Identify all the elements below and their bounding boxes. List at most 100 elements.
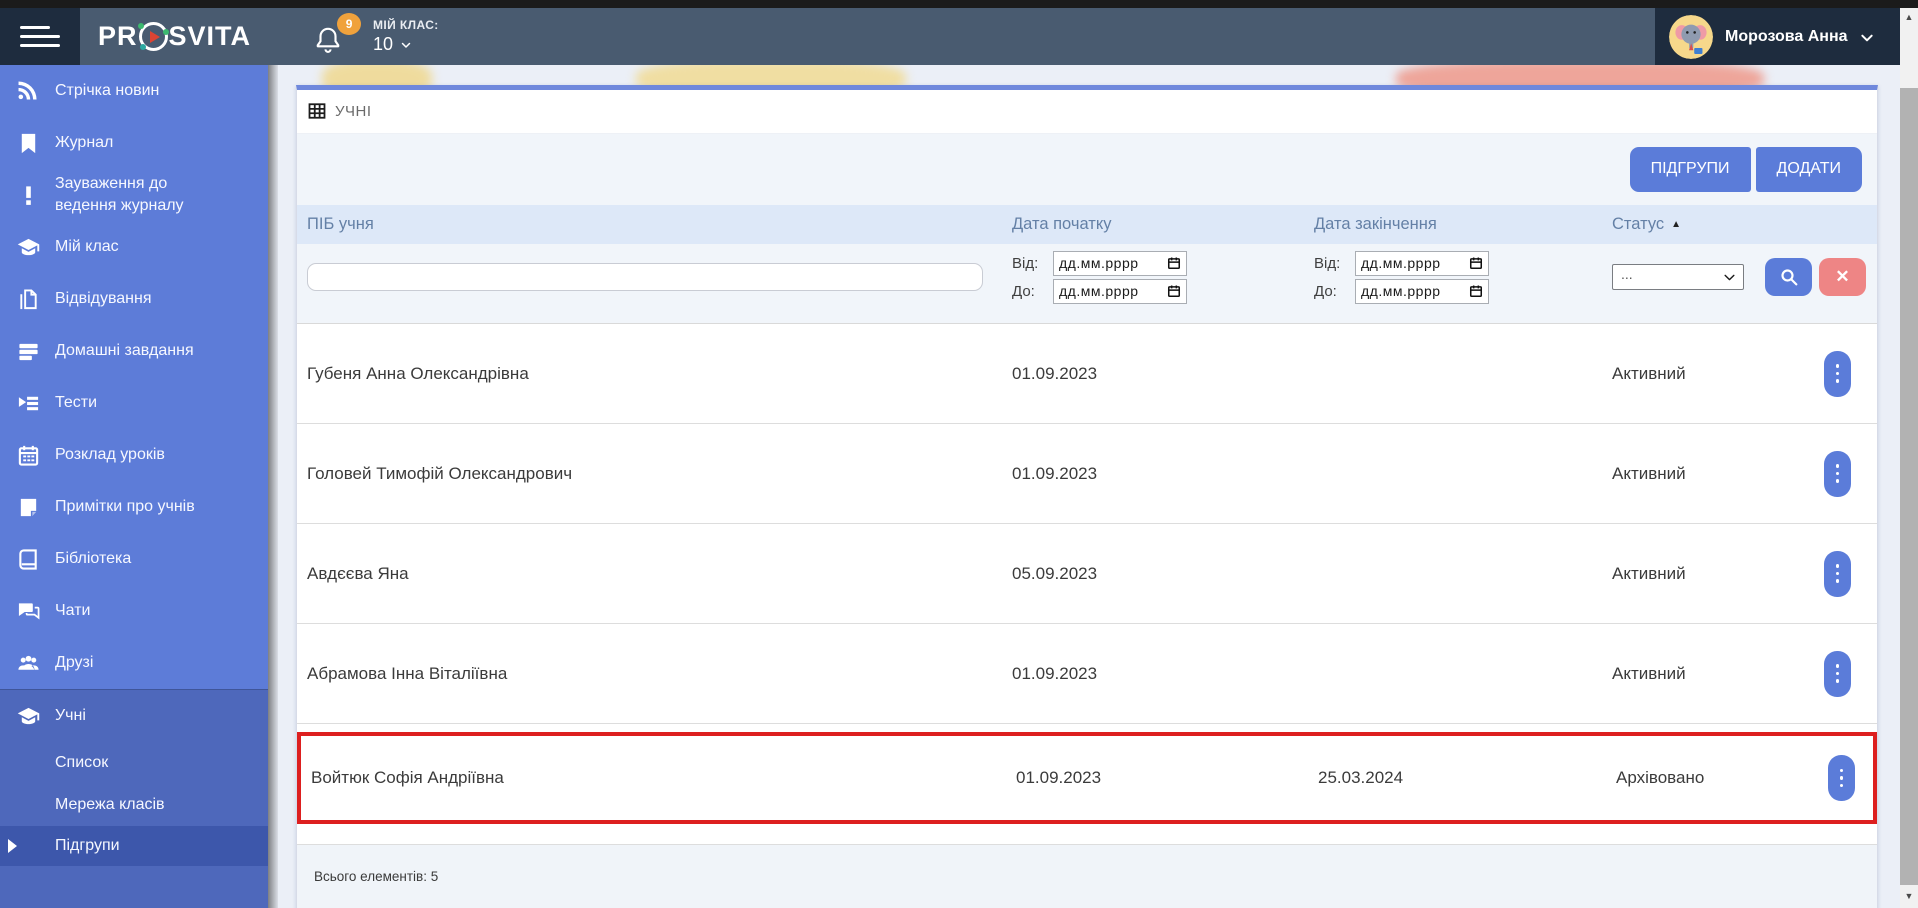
sidebar-item-tests[interactable]: Тести <box>0 377 268 429</box>
status-cell: Активний <box>1612 363 1686 383</box>
calendar-picker-icon[interactable] <box>1469 256 1483 270</box>
table-grid-icon <box>308 102 326 120</box>
status-cell: Архівовано <box>1616 768 1705 788</box>
column-header-end-date[interactable]: Дата закінчення <box>1304 215 1602 234</box>
sidebar-item-homework[interactable]: Домашні завдання <box>0 325 268 377</box>
calendar-picker-icon[interactable] <box>1167 284 1181 298</box>
sidebar-item-label: Відвідування <box>55 290 152 308</box>
chat-icon <box>15 599 41 623</box>
sidebar-group-students: Учні Список Мережа класів Підгрупи <box>0 689 268 908</box>
sidebar-item-label: Мій клас <box>55 238 119 256</box>
students-card: УЧНІ ПІДГРУПИ ДОДАТИ ПІБ учня Дата почат… <box>296 85 1878 908</box>
column-header-start-date[interactable]: Дата початку <box>1002 215 1304 234</box>
close-icon: ✕ <box>1835 267 1850 287</box>
table-row[interactable]: Губеня Анна Олександрівна 01.09.2023 Акт… <box>297 324 1877 425</box>
chevron-down-icon <box>1860 31 1873 43</box>
row-actions-button[interactable] <box>1824 450 1851 497</box>
start-date-from-input[interactable]: дд.мм.рррр <box>1053 250 1187 276</box>
search-button[interactable] <box>1765 258 1812 297</box>
sidebar-item-label: Журнал <box>55 134 114 152</box>
sidebar-item-chat[interactable]: Чати <box>0 585 268 637</box>
table-row[interactable]: Авдєєва Яна 05.09.2023 Активний <box>297 524 1877 625</box>
kebab-menu-icon <box>1835 664 1840 668</box>
row-actions-button[interactable] <box>1824 650 1851 697</box>
sidebar-item-label: Чати <box>55 602 91 620</box>
sidebar-item-label: Тести <box>55 394 98 412</box>
add-button[interactable]: ДОДАТИ <box>1755 146 1862 192</box>
sidebar-item-label: Стрічка новин <box>55 82 160 100</box>
sidebar-item-label: Бібліотека <box>55 550 132 568</box>
status-filter-select[interactable]: ... <box>1612 264 1744 291</box>
status-cell: Активний <box>1612 663 1686 683</box>
sidebar-item-label: Розклад уроків <box>55 446 165 464</box>
column-header-status[interactable]: Статус ▲ <box>1602 215 1814 234</box>
sidebar-item-attendance[interactable]: Відвідування <box>0 273 268 325</box>
sidebar-shadow <box>268 65 278 908</box>
sort-ascending-icon: ▲ <box>1671 219 1682 231</box>
sidebar-item-book[interactable]: Бібліотека <box>0 533 268 585</box>
table-row[interactable]: Войтюк Софія Андріївна 01.09.2023 25.03.… <box>297 732 1877 825</box>
status-cell: Активний <box>1612 563 1686 583</box>
sidebar-item-exclamation[interactable]: Зауваження до ведення журналу <box>0 169 268 221</box>
sidebar-item-note[interactable]: Примітки про учнів <box>0 481 268 533</box>
notifications-badge: 9 <box>337 12 362 35</box>
scroll-up-icon[interactable]: ▲ <box>1905 13 1914 88</box>
from-label: Від: <box>1012 254 1039 272</box>
page-scrollbar[interactable]: ▲ ▼ <box>1900 8 1918 908</box>
calendar-picker-icon[interactable] <box>1167 256 1181 270</box>
name-filter-input[interactable] <box>307 263 983 292</box>
table-row[interactable]: Головей Тимофій Олександрович 01.09.2023… <box>297 424 1877 525</box>
total-count: Всього елементів: 5 <box>314 869 439 885</box>
column-header-name[interactable]: ПІБ учня <box>297 215 1002 234</box>
sidebar-subitem[interactable]: Підгрупи <box>0 826 268 866</box>
student-name-cell: Абрамова Інна Віталіївна <box>307 663 508 683</box>
scrollbar-thumb[interactable]: ▲ <box>1900 8 1918 88</box>
row-actions-button[interactable] <box>1824 350 1851 397</box>
student-name-cell: Авдєєва Яна <box>307 563 409 583</box>
sidebar-subitem[interactable]: Мережа класів <box>0 784 268 826</box>
sidebar-item-students[interactable]: Учні <box>0 690 268 742</box>
notifications-button[interactable]: 9 <box>313 12 362 55</box>
end-date-from-input[interactable]: дд.мм.рррр <box>1355 250 1489 276</box>
prosvita-logo[interactable]: PR SVITA <box>98 21 251 52</box>
avatar <box>1669 14 1713 59</box>
from-label: Від: <box>1314 254 1341 272</box>
rss-icon <box>15 79 41 103</box>
sidebar-item-rss[interactable]: Стрічка новин <box>0 65 268 117</box>
sidebar-item-friends[interactable]: Друзі <box>0 637 268 689</box>
table-row[interactable]: Абрамова Інна Віталіївна 01.09.2023 Акти… <box>297 624 1877 725</box>
subgroups-button[interactable]: ПІДГРУПИ <box>1629 146 1751 192</box>
window-top-strip <box>0 0 1918 8</box>
sidebar-item-graduation-cap[interactable]: Мій клас <box>0 221 268 273</box>
user-menu[interactable]: Морозова Анна <box>1655 8 1900 65</box>
sidebar-item-bookmark[interactable]: Журнал <box>0 117 268 169</box>
to-label: До: <box>1012 282 1035 300</box>
scroll-down-button[interactable]: ▼ <box>1900 885 1918 908</box>
row-actions-button[interactable] <box>1828 755 1855 802</box>
table-body: Губеня Анна Олександрівна 01.09.2023 Акт… <box>297 324 1877 825</box>
row-actions-button[interactable] <box>1824 550 1851 597</box>
end-date-filter: Від: дд.мм.рррр До: дд.мм.рррр <box>1304 250 1602 304</box>
hamburger-menu-button[interactable] <box>0 8 80 65</box>
students-subnav: Список Мережа класів Підгрупи <box>0 742 268 866</box>
end-date-cell: 25.03.2024 <box>1318 768 1404 788</box>
chevron-down-icon <box>400 39 412 51</box>
sidebar-item-label: Зауваження до ведення журналу <box>55 175 184 214</box>
class-selector[interactable]: МІЙ КЛАС: 10 <box>373 18 439 55</box>
sidebar-item-label: Домашні завдання <box>55 342 194 360</box>
start-date-cell: 01.09.2023 <box>1016 768 1102 788</box>
logo-play-icon <box>137 22 169 51</box>
sidebar: Стрічка новин Журнал Зауваження до веден… <box>0 65 268 908</box>
note-icon <box>15 495 41 519</box>
start-date-to-input[interactable]: дд.мм.рррр <box>1053 278 1187 304</box>
start-date-cell: 01.09.2023 <box>1012 463 1098 483</box>
sidebar-subitem[interactable]: Список <box>0 742 268 784</box>
kebab-menu-icon <box>1835 564 1840 568</box>
clear-filters-button[interactable]: ✕ <box>1819 258 1866 297</box>
end-date-to-input[interactable]: дд.мм.рррр <box>1355 278 1489 304</box>
start-date-filter: Від: дд.мм.рррр До: дд.мм.рррр <box>1002 250 1304 304</box>
calendar-picker-icon[interactable] <box>1469 284 1483 298</box>
sidebar-item-calendar[interactable]: Розклад уроків <box>0 429 268 481</box>
kebab-menu-icon <box>1835 364 1840 368</box>
homework-icon <box>15 339 41 363</box>
